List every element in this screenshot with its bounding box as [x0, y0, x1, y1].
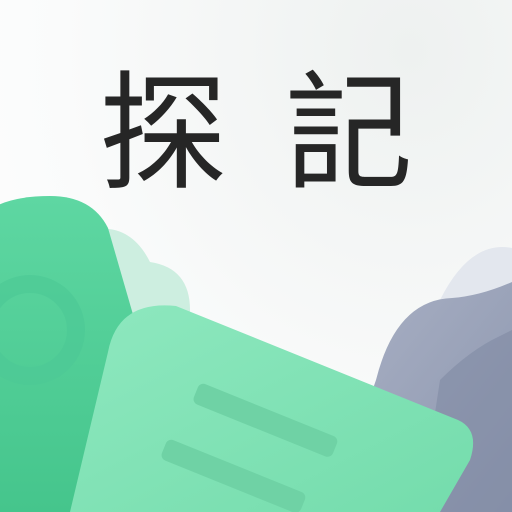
- logo-title: 探 記: [0, 70, 512, 200]
- logo-char-2: 記: [285, 60, 414, 209]
- logo-char-1: 探: [98, 60, 227, 209]
- app-icon: 探 記: [0, 0, 512, 512]
